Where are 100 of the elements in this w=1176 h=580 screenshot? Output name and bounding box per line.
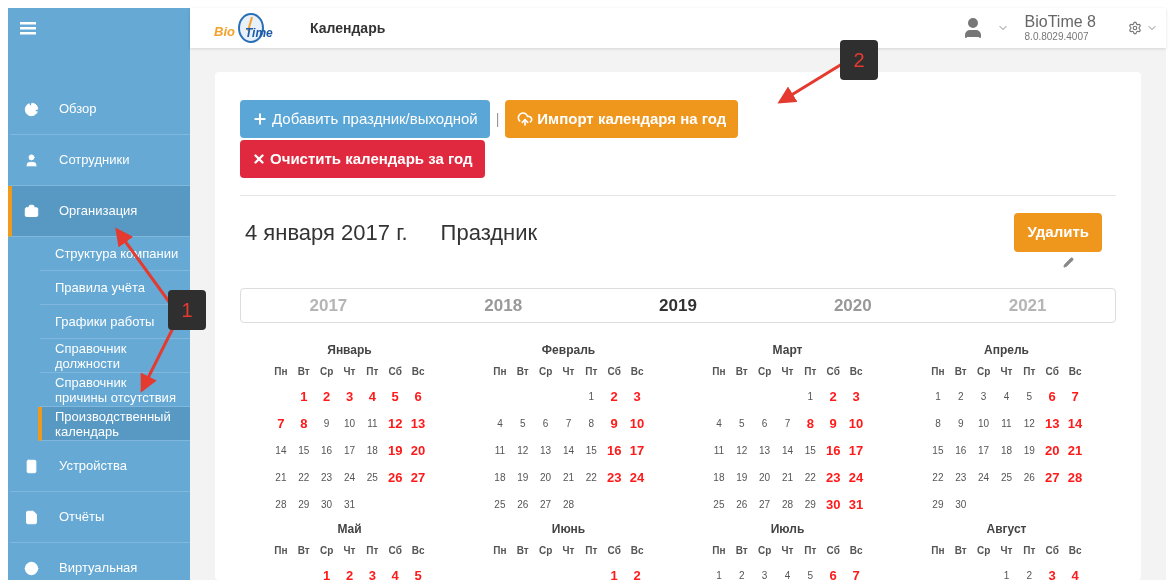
calendar-day[interactable]: 5 xyxy=(739,416,745,431)
calendar-day[interactable]: 8 xyxy=(588,416,595,431)
calendar-day[interactable]: 20 xyxy=(759,470,771,485)
calendar-day[interactable]: 21 xyxy=(562,470,575,485)
calendar-day[interactable]: 4 xyxy=(716,416,722,431)
calendar-day[interactable]: 20 xyxy=(540,470,552,485)
calendar-day[interactable]: 22 xyxy=(585,470,597,485)
clear-calendar-button[interactable]: Очистить календарь за год xyxy=(240,140,485,178)
calendar-day[interactable]: 10 xyxy=(848,413,864,434)
calendar-day[interactable]: 7 xyxy=(852,565,860,580)
calendar-day[interactable]: 3 xyxy=(368,565,376,580)
year-tab[interactable]: 2019 xyxy=(659,292,697,319)
calendar-day[interactable]: 16 xyxy=(955,443,967,458)
calendar-day[interactable]: 28 xyxy=(562,497,575,512)
calendar-day[interactable]: 17 xyxy=(629,440,645,461)
calendar-day[interactable]: 7 xyxy=(784,416,791,431)
calendar-day[interactable]: 1 xyxy=(1003,568,1010,580)
calendar-day[interactable]: 26 xyxy=(387,467,403,488)
calendar-day[interactable]: 3 xyxy=(761,568,768,580)
calendar-day[interactable]: 1 xyxy=(716,568,722,580)
calendar-day[interactable]: 26 xyxy=(736,497,748,512)
calendar-day[interactable]: 1 xyxy=(300,386,308,407)
calendar-day[interactable]: 15 xyxy=(298,443,310,458)
calendar-day[interactable]: 15 xyxy=(585,443,597,458)
calendar-day[interactable]: 25 xyxy=(494,497,506,512)
calendar-day[interactable]: 27 xyxy=(1044,467,1060,488)
calendar-day[interactable]: 16 xyxy=(825,440,841,461)
calendar-day[interactable]: 21 xyxy=(1067,440,1083,461)
calendar-day[interactable]: 30 xyxy=(321,497,333,512)
calendar-day[interactable]: 4 xyxy=(1003,389,1010,404)
calendar-day[interactable]: 27 xyxy=(540,497,552,512)
calendar-day[interactable]: 16 xyxy=(606,440,622,461)
calendar-day[interactable]: 9 xyxy=(958,416,964,431)
calendar-day[interactable]: 12 xyxy=(387,413,403,434)
calendar-day[interactable]: 23 xyxy=(321,470,333,485)
calendar-day[interactable]: 19 xyxy=(517,470,529,485)
calendar-day[interactable]: 2 xyxy=(958,389,964,404)
calendar-day[interactable]: 2 xyxy=(610,386,618,407)
calendar-day[interactable]: 13 xyxy=(540,443,552,458)
calendar-day[interactable]: 18 xyxy=(713,470,725,485)
calendar-day[interactable]: 19 xyxy=(736,470,748,485)
edit-icon[interactable] xyxy=(1063,257,1074,268)
calendar-day[interactable]: 7 xyxy=(277,413,285,434)
calendar-day[interactable]: 20 xyxy=(1044,440,1060,461)
calendar-day[interactable]: 21 xyxy=(781,470,794,485)
calendar-day[interactable]: 17 xyxy=(978,443,990,458)
calendar-day[interactable]: 25 xyxy=(1000,470,1013,485)
calendar-day[interactable]: 23 xyxy=(955,470,967,485)
calendar-day[interactable]: 2 xyxy=(633,565,641,580)
calendar-day[interactable]: 12 xyxy=(1023,416,1035,431)
calendar-day[interactable]: 1 xyxy=(807,389,814,404)
calendar-day[interactable]: 1 xyxy=(588,389,595,404)
calendar-day[interactable]: 14 xyxy=(781,443,794,458)
calendar-day[interactable]: 6 xyxy=(414,386,422,407)
calendar-day[interactable]: 22 xyxy=(804,470,816,485)
calendar-day[interactable]: 10 xyxy=(629,413,645,434)
calendar-day[interactable]: 7 xyxy=(1071,386,1079,407)
calendar-day[interactable]: 29 xyxy=(804,497,816,512)
calendar-day[interactable]: 9 xyxy=(610,413,618,434)
calendar-day[interactable]: 29 xyxy=(932,497,944,512)
calendar-day[interactable]: 5 xyxy=(1026,389,1033,404)
calendar-day[interactable]: 12 xyxy=(736,443,748,458)
calendar-day[interactable]: 4 xyxy=(368,386,376,407)
calendar-day[interactable]: 4 xyxy=(1071,565,1079,580)
calendar-day[interactable]: 24 xyxy=(343,470,356,485)
calendar-day[interactable]: 22 xyxy=(932,470,944,485)
calendar-day[interactable]: 2 xyxy=(829,386,837,407)
calendar-day[interactable]: 8 xyxy=(806,413,814,434)
calendar-day[interactable]: 23 xyxy=(825,467,841,488)
calendar-day[interactable]: 5 xyxy=(807,568,814,580)
calendar-day[interactable]: 18 xyxy=(494,470,506,485)
calendar-day[interactable]: 2 xyxy=(323,386,331,407)
calendar-day[interactable]: 24 xyxy=(629,467,645,488)
calendar-day[interactable]: 24 xyxy=(848,467,864,488)
calendar-day[interactable]: 22 xyxy=(298,470,310,485)
calendar-day[interactable]: 5 xyxy=(520,416,526,431)
calendar-day[interactable]: 14 xyxy=(275,443,287,458)
calendar-day[interactable]: 8 xyxy=(935,416,941,431)
calendar-day[interactable]: 6 xyxy=(1048,386,1056,407)
calendar-day[interactable]: 3 xyxy=(633,386,641,407)
calendar-day[interactable]: 11 xyxy=(1001,416,1012,431)
calendar-day[interactable]: 9 xyxy=(829,413,837,434)
calendar-day[interactable]: 16 xyxy=(321,443,333,458)
calendar-day[interactable]: 12 xyxy=(517,443,529,458)
calendar-day[interactable]: 3 xyxy=(852,386,860,407)
calendar-day[interactable]: 20 xyxy=(410,440,426,461)
calendar-day[interactable]: 31 xyxy=(343,497,356,512)
calendar-day[interactable]: 30 xyxy=(825,494,841,515)
calendar-day[interactable]: 14 xyxy=(562,443,575,458)
calendar-day[interactable]: 9 xyxy=(323,416,330,431)
calendar-day[interactable]: 17 xyxy=(848,440,864,461)
calendar-day[interactable]: 25 xyxy=(366,470,378,485)
calendar-day[interactable]: 1 xyxy=(610,565,618,580)
calendar-day[interactable]: 2 xyxy=(739,568,745,580)
calendar-day[interactable]: 17 xyxy=(343,443,356,458)
calendar-day[interactable]: 13 xyxy=(410,413,426,434)
calendar-day[interactable]: 19 xyxy=(387,440,403,461)
calendar-day[interactable]: 13 xyxy=(1044,413,1060,434)
calendar-day[interactable]: 29 xyxy=(298,497,310,512)
calendar-day[interactable]: 6 xyxy=(761,416,768,431)
